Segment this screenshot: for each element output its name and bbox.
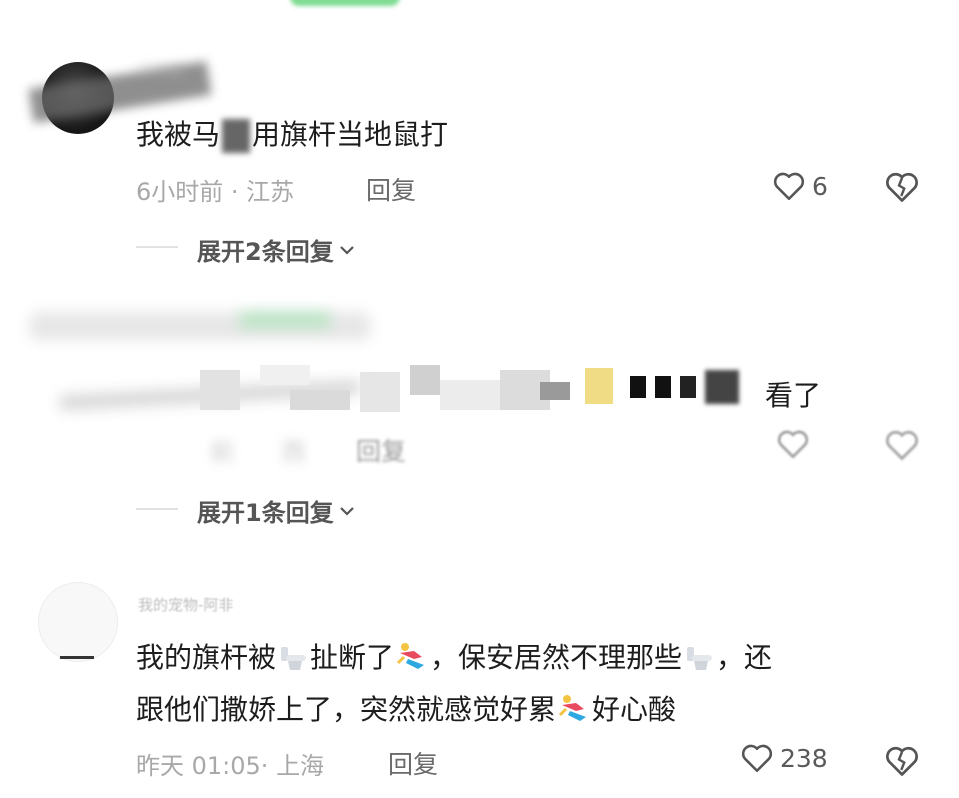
- reply-button[interactable]: 回复: [388, 745, 438, 781]
- toilet-emoji: [682, 639, 716, 680]
- broken-heart-icon[interactable]: [884, 170, 920, 204]
- avatar-underline: [60, 656, 94, 659]
- comment-text-part: 我的旗杆被: [136, 641, 277, 674]
- redaction-block: [540, 382, 570, 400]
- redaction-block: [440, 380, 500, 410]
- like-count: 6: [812, 171, 828, 201]
- broken-heart-icon[interactable]: [884, 428, 920, 462]
- like-button[interactable]: [776, 428, 836, 464]
- heart-outline-icon: [741, 744, 773, 773]
- comment-username[interactable]: 汀子林: [138, 60, 183, 81]
- comment-location: 江苏: [246, 178, 295, 206]
- runner-emoji: [394, 639, 430, 680]
- chevron-down-icon: [339, 245, 354, 255]
- comment-time: 6小时前: [136, 178, 224, 206]
- redaction-block: [290, 390, 350, 410]
- comment-text-part: 跟他们撒娇上了，突然就感觉好累: [136, 693, 557, 726]
- comment-content: 我被马 用旗杆当地鼠打: [136, 113, 448, 153]
- redaction-mark: [222, 119, 251, 153]
- redaction-block: [585, 368, 613, 404]
- comment-text-part: ，还: [716, 641, 773, 674]
- comment-location: 西: [281, 438, 306, 466]
- redaction-block: [260, 365, 310, 385]
- comment-text-part: ，保安居然不理那些: [430, 641, 683, 674]
- comment-text-part: 扯断了: [310, 641, 395, 674]
- like-count: 238: [780, 743, 828, 773]
- like-button[interactable]: 6: [772, 170, 828, 202]
- top-banner-fragment: [290, 0, 400, 6]
- comment-meta: 6小时前 · 江苏: [136, 178, 295, 206]
- comment-avatar[interactable]: [38, 582, 118, 662]
- heart-outline-icon: [773, 172, 805, 201]
- comment-meta: 昨天 01:05· 上海: [136, 752, 325, 780]
- runner-emoji: [556, 691, 592, 732]
- redaction-block: [655, 376, 671, 398]
- redaction-block: [410, 365, 440, 395]
- divider-line: [136, 508, 178, 510]
- reply-button[interactable]: 回复: [356, 432, 406, 468]
- divider-line: [136, 246, 178, 248]
- pixel-redaction: [59, 360, 780, 420]
- broken-heart-icon[interactable]: [884, 744, 920, 778]
- redaction-block: [360, 372, 400, 412]
- heart-outline-icon: [777, 430, 809, 459]
- comment-content-line-1: 我的旗杆被 扯断了 ，保安居然不理那些 ，还: [136, 636, 772, 680]
- comment-text-part: 我被马: [136, 118, 221, 151]
- comment-meta: 前 西: [150, 432, 306, 467]
- expand-replies-label: 展开1条回复: [197, 499, 334, 527]
- green-smudge: [240, 312, 330, 328]
- chevron-down-icon: [339, 506, 354, 516]
- comment-text-part: 好心酸: [592, 693, 677, 726]
- comment-username[interactable]: 我的宠物-阿非: [138, 594, 233, 615]
- redaction-block: [705, 370, 739, 404]
- redaction-block: [200, 370, 240, 410]
- redaction-block: [680, 376, 696, 398]
- redaction-block: [630, 376, 646, 398]
- expand-replies-button[interactable]: 展开2条回复: [197, 232, 356, 267]
- expand-replies-button[interactable]: 展开1条回复: [197, 493, 356, 528]
- comment-content-line-2: 跟他们撒娇上了，突然就感觉好累 好心酸: [136, 688, 676, 732]
- toilet-emoji: [276, 639, 310, 680]
- expand-replies-label: 展开2条回复: [197, 238, 334, 266]
- comment-time: 昨天 01:05: [136, 752, 261, 780]
- comment-content: 看了: [765, 379, 822, 412]
- like-button[interactable]: 238: [740, 742, 828, 774]
- comment-location: 上海: [276, 752, 325, 780]
- reply-button[interactable]: 回复: [366, 171, 416, 207]
- comment-text-part: 用旗杆当地鼠打: [252, 118, 449, 151]
- comment-time: 前: [210, 438, 234, 466]
